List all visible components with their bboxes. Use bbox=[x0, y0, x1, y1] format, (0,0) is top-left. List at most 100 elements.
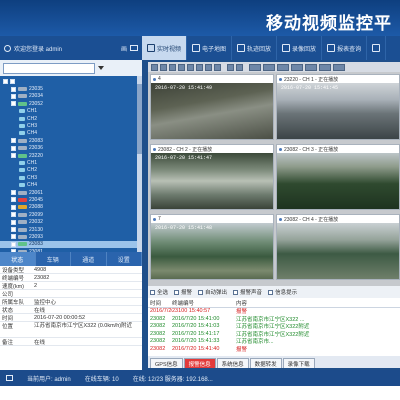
tree-item[interactable]: CH3 bbox=[0, 122, 142, 129]
toolbar-button-1[interactable]: 电子地图 bbox=[187, 36, 233, 60]
mail-icon[interactable] bbox=[130, 45, 138, 51]
user-bar-button[interactable]: 画 bbox=[121, 44, 127, 53]
expand-toggle-icon[interactable] bbox=[11, 101, 16, 107]
event-tab-3[interactable]: 数据转发 bbox=[249, 358, 282, 368]
talk-icon[interactable] bbox=[305, 63, 317, 71]
video-cell[interactable]: 23220 - CH 1 - 正在播放 2016-07-20 15:41:45 bbox=[276, 74, 400, 140]
event-row[interactable]: 23082 2016/7/20 15:41:40 报警 bbox=[148, 345, 400, 353]
layout-13-icon[interactable] bbox=[205, 63, 212, 71]
event-tab-4[interactable]: 录像下载 bbox=[282, 358, 315, 368]
expand-toggle-icon[interactable] bbox=[11, 145, 16, 151]
settings-icon[interactable] bbox=[333, 63, 345, 71]
prev-page-icon[interactable] bbox=[227, 63, 234, 71]
expand-toggle-icon[interactable] bbox=[3, 79, 8, 85]
volume-icon[interactable] bbox=[291, 63, 303, 71]
tree-item[interactable]: 23099 bbox=[0, 211, 142, 218]
tree-item[interactable]: CH4 bbox=[0, 181, 142, 188]
event-tab-0[interactable]: GPS信息 bbox=[150, 358, 183, 368]
checkbox[interactable] bbox=[198, 289, 204, 295]
chevron-down-icon[interactable] bbox=[98, 66, 104, 70]
video-cell[interactable]: 4 2016-07-20 15:41:49 bbox=[150, 74, 274, 140]
checkbox[interactable] bbox=[174, 289, 180, 295]
layout-4-icon[interactable] bbox=[160, 63, 167, 71]
video-frame[interactable]: 2016-07-20 15:41:47 bbox=[151, 153, 273, 209]
expand-toggle-icon[interactable] bbox=[11, 219, 16, 225]
snapshot-icon[interactable] bbox=[263, 63, 275, 71]
toolbar-button-4[interactable]: 报表查询 bbox=[322, 36, 368, 60]
toolbar-button-0[interactable]: 实时视频 bbox=[142, 36, 188, 60]
vehicle-icon bbox=[18, 220, 27, 225]
tree-item[interactable]: 23220 bbox=[0, 152, 142, 159]
layout-9-icon[interactable] bbox=[187, 63, 194, 71]
video-frame[interactable] bbox=[277, 153, 399, 209]
expand-toggle-icon[interactable] bbox=[11, 197, 16, 203]
tree-scrollbar[interactable] bbox=[137, 76, 142, 252]
tree-item[interactable]: 23083 bbox=[0, 240, 142, 248]
layout-1-icon[interactable] bbox=[151, 63, 158, 71]
event-option[interactable]: 信息提示 bbox=[268, 288, 297, 296]
expand-toggle-icon[interactable] bbox=[11, 93, 16, 99]
expand-toggle-icon[interactable] bbox=[11, 138, 16, 144]
layout-6-icon[interactable] bbox=[169, 63, 176, 71]
event-option[interactable]: 报警声音 bbox=[233, 288, 262, 296]
expand-toggle-icon[interactable] bbox=[11, 241, 16, 247]
tree-item[interactable]: 23093 bbox=[0, 233, 142, 240]
tree-item[interactable]: 23083 bbox=[0, 137, 142, 144]
fullscreen-icon[interactable] bbox=[249, 63, 261, 71]
tree-item[interactable]: 23036 bbox=[0, 145, 142, 152]
event-option[interactable]: 自动弹出 bbox=[198, 288, 227, 296]
tree-item[interactable]: 23034 bbox=[0, 93, 142, 100]
info-tab-0[interactable]: 状态 bbox=[0, 252, 36, 266]
layout-8-icon[interactable] bbox=[178, 63, 185, 71]
stop-all-icon[interactable] bbox=[319, 63, 331, 71]
info-tab-2[interactable]: 通道 bbox=[71, 252, 107, 266]
video-frame[interactable] bbox=[277, 223, 399, 279]
info-tab-3[interactable]: 设置 bbox=[107, 252, 142, 266]
expand-toggle-icon[interactable] bbox=[11, 212, 16, 218]
video-cell[interactable]: 23082 - CH 3 - 正在播放 bbox=[276, 144, 400, 210]
search-input[interactable] bbox=[3, 62, 95, 74]
layout-16-icon[interactable] bbox=[214, 63, 221, 71]
video-cell[interactable]: 23082 - CH 2 - 正在播放 2016-07-20 15:41:47 bbox=[150, 144, 274, 210]
tree-item[interactable]: CH3 bbox=[0, 174, 142, 181]
tree-item[interactable]: CH1 bbox=[0, 159, 142, 166]
expand-toggle-icon[interactable] bbox=[11, 227, 16, 232]
expand-toggle-icon[interactable] bbox=[11, 234, 16, 240]
tree-item[interactable]: CH2 bbox=[0, 167, 142, 174]
video-cell[interactable]: 7 2016-07-20 15:41:48 bbox=[150, 214, 274, 280]
tree-item[interactable]: 23032 bbox=[0, 218, 142, 225]
toolbar-button-3[interactable]: 录像回放 bbox=[277, 36, 323, 60]
scrollbar-thumb[interactable] bbox=[137, 84, 142, 154]
video-frame[interactable]: 2016-07-20 15:41:48 bbox=[151, 223, 273, 279]
layout-10-icon[interactable] bbox=[196, 63, 203, 71]
event-tab-1[interactable]: 报警信息 bbox=[183, 358, 216, 368]
tree-item[interactable]: 23061 bbox=[0, 189, 142, 196]
info-tab-1[interactable]: 车辆 bbox=[36, 252, 71, 266]
tree-item[interactable]: 23088 bbox=[0, 204, 142, 211]
event-option[interactable]: 全选 bbox=[150, 288, 168, 296]
toolbar-button-5[interactable] bbox=[367, 36, 387, 60]
event-option[interactable]: 报警 bbox=[174, 288, 192, 296]
checkbox[interactable] bbox=[150, 289, 155, 295]
tree-item[interactable]: CH4 bbox=[0, 130, 142, 137]
tree-item[interactable]: CH1 bbox=[0, 108, 142, 115]
toolbar-button-2[interactable]: 轨迹回放 bbox=[232, 36, 278, 60]
tree-item[interactable] bbox=[0, 78, 142, 85]
video-frame[interactable]: 2016-07-20 15:41:45 bbox=[277, 83, 399, 139]
checkbox[interactable] bbox=[268, 289, 274, 295]
tree-item[interactable]: 23045 bbox=[0, 196, 142, 203]
tree-item[interactable]: CH2 bbox=[0, 115, 142, 122]
video-frame[interactable]: 2016-07-20 15:41:49 bbox=[151, 83, 273, 139]
next-page-icon[interactable] bbox=[236, 63, 243, 71]
tree-item[interactable]: 23035 bbox=[0, 85, 142, 92]
record-icon[interactable] bbox=[277, 63, 289, 71]
checkbox[interactable] bbox=[233, 289, 239, 295]
event-tab-2[interactable]: 系统信息 bbox=[216, 358, 249, 368]
expand-toggle-icon[interactable] bbox=[11, 86, 16, 92]
expand-toggle-icon[interactable] bbox=[11, 190, 16, 196]
expand-toggle-icon[interactable] bbox=[11, 204, 16, 210]
tree-item[interactable]: 23052 bbox=[0, 100, 142, 107]
video-cell[interactable]: 23082 - CH 4 - 正在播放 bbox=[276, 214, 400, 280]
tree-item[interactable]: 23130 bbox=[0, 226, 142, 233]
expand-toggle-icon[interactable] bbox=[11, 153, 16, 159]
